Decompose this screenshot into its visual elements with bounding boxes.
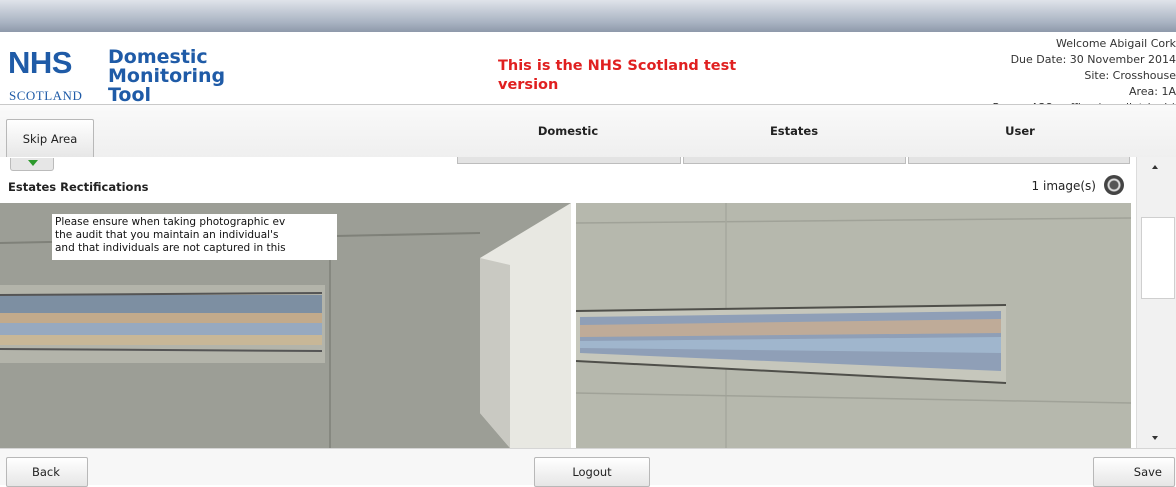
back-button[interactable]: Back (6, 457, 88, 487)
column-header-estates: Estates (769, 124, 819, 138)
photo-after[interactable] (576, 203, 1131, 448)
ceiling-photo-right-graphic (576, 203, 1131, 448)
skip-area-button[interactable]: Skip Area (6, 119, 94, 159)
scotland-logo-text: SCOTLAND (9, 88, 83, 103)
camera-icon[interactable] (1104, 175, 1124, 195)
rectification-content: Estates Rectifications 1 image(s) Please… (0, 157, 1134, 448)
category-bar: Skip Area Domestic Estates User (0, 105, 1176, 159)
footer-bar: Back Logout Save (0, 448, 1176, 487)
image-count: 1 image(s) (1031, 179, 1096, 193)
test-version-message: This is the NHS Scotland test version (498, 58, 737, 93)
notice-line-2: the audit that you maintain an individua… (55, 229, 279, 241)
photo-before[interactable]: Please ensure when taking photographic e… (0, 203, 571, 448)
scroll-up-icon[interactable] (1152, 165, 1158, 169)
column-header-user: User (1005, 124, 1035, 138)
logout-button[interactable]: Logout (534, 457, 650, 487)
domestic-status-bar (457, 157, 681, 164)
scroll-down-icon[interactable] (1152, 436, 1158, 440)
user-status-bar (908, 157, 1130, 164)
scrollbar-thumb[interactable] (1141, 217, 1175, 299)
column-header-domestic: Domestic (537, 124, 599, 138)
site-text: Site: Crosshouse (1084, 69, 1176, 82)
welcome-text: Welcome Abigail Cork (1055, 37, 1176, 50)
photo-privacy-notice: Please ensure when taking photographic e… (52, 214, 337, 260)
content-scrollbar[interactable] (1136, 157, 1176, 448)
app-header: NHS SCOTLAND Domestic Monitoring Tool Th… (0, 32, 1176, 114)
notice-line-3: and that individuals are not captured in… (55, 242, 286, 254)
nhs-logo: NHS (8, 45, 72, 80)
due-date-text: Due Date: 30 November 2014 (1010, 53, 1176, 66)
notice-line-1: Please ensure when taking photographic e… (55, 216, 286, 228)
app-title-line-3: Tool (108, 84, 152, 106)
down-arrow-icon[interactable] (10, 158, 54, 171)
save-button[interactable]: Save (1093, 457, 1175, 487)
estates-status-bar (683, 157, 906, 164)
app-title: Domestic Monitoring Tool (108, 48, 308, 105)
window-top-band (0, 0, 1176, 32)
section-title: Estates Rectifications (8, 180, 149, 194)
area-text: Area: 1A (1128, 85, 1176, 98)
